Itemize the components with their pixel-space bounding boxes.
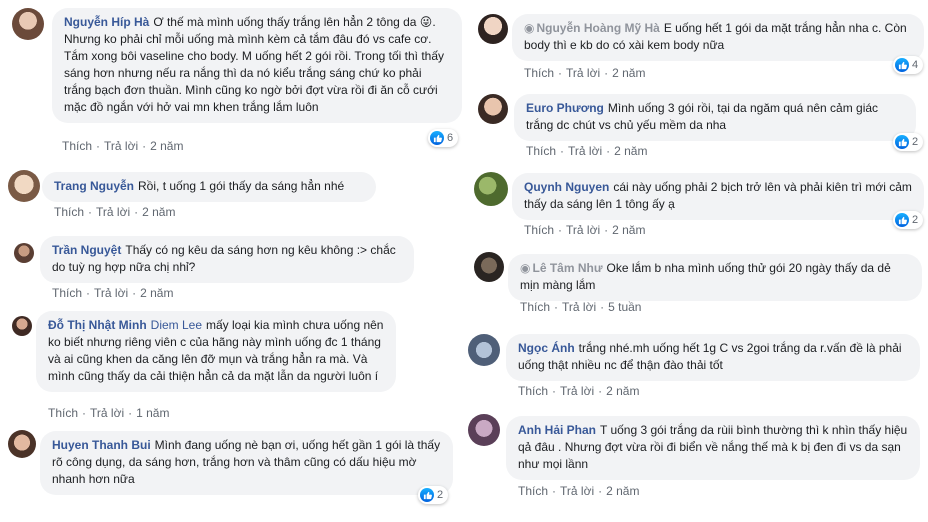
like-icon <box>895 213 909 227</box>
comment-bubble: Quynh Nguyen cái này uống phải 2 bịch trở… <box>512 173 924 220</box>
comment-actions: Thích · Trả lời · 2 năm <box>52 286 174 300</box>
comment-author[interactable]: Trang Nguyễn <box>54 179 134 193</box>
reaction-number: 6 <box>447 132 454 144</box>
comment-actions: Thích · Trả lời · 2 năm <box>518 384 640 398</box>
reply-link[interactable]: Trả lời <box>94 286 128 300</box>
reaction-number: 2 <box>437 489 444 501</box>
reply-link[interactable]: Trả lời <box>560 484 594 498</box>
comment-actions: Thích · Trả lời · 2 năm <box>518 484 640 498</box>
like-link[interactable]: Thích <box>52 286 82 300</box>
reply-link[interactable]: Trả lời <box>562 300 596 314</box>
mention-tag[interactable]: Diem Lee <box>151 318 202 332</box>
reply-link[interactable]: Trả lời <box>568 144 602 158</box>
comment-time[interactable]: 2 năm <box>150 139 183 153</box>
comment-actions: Thích · Trả lời · 2 năm <box>526 144 648 158</box>
avatar[interactable] <box>478 14 508 44</box>
comment-bubble: Nguyễn Híp Hà Ơ thế mà mình uống thấy trắ… <box>52 8 462 123</box>
comment-time[interactable]: 2 năm <box>606 484 639 498</box>
reaction-number: 2 <box>912 214 919 226</box>
reply-link[interactable]: Trả lời <box>104 139 138 153</box>
verified-icon: ◉ <box>520 261 531 275</box>
comment-author[interactable]: Trần Nguyệt <box>52 243 121 257</box>
like-link[interactable]: Thích <box>62 139 92 153</box>
reaction-count[interactable]: 6 <box>428 129 459 147</box>
comment-bubble: Ngọc Ánh trắng nhé.mh uống hết 1g C vs 2g… <box>506 334 920 381</box>
avatar[interactable] <box>468 414 500 446</box>
like-link[interactable]: Thích <box>518 384 548 398</box>
comment-actions: Thích · Trả lời · 2 năm <box>54 205 176 219</box>
comment-time[interactable]: 2 năm <box>612 223 645 237</box>
reply-link[interactable]: Trả lời <box>566 223 600 237</box>
comment-time[interactable]: 5 tuần <box>608 300 641 314</box>
like-link[interactable]: Thích <box>520 300 550 314</box>
reaction-count[interactable]: 4 <box>893 56 924 74</box>
comment-actions: Thích · Trả lời · 2 năm <box>524 223 646 237</box>
comment-author[interactable]: Quynh Nguyen <box>524 180 609 194</box>
comment-actions: Thích · Trả lời · 5 tuần <box>520 300 642 314</box>
comment-author[interactable]: Anh Hải Phan <box>518 423 596 437</box>
reaction-count[interactable]: 2 <box>893 211 924 229</box>
comment-author[interactable]: Euro Phương <box>526 101 604 115</box>
avatar[interactable] <box>12 316 32 336</box>
comment-text: Ơ thế mà mình uống thấy trắng lên hẳn 2 … <box>64 15 444 114</box>
comment-text: trắng nhé.mh uống hết 1g C vs 2goi trắng… <box>518 341 902 372</box>
comment-author[interactable]: Đỗ Thị Nhật Minh <box>48 318 147 332</box>
avatar[interactable] <box>8 170 40 202</box>
avatar[interactable] <box>12 8 44 40</box>
like-link[interactable]: Thích <box>526 144 556 158</box>
comment-bubble: Trang Nguyễn Rồi, t uống 1 gói thấy da sá… <box>42 172 376 202</box>
comment-text: Rồi, t uống 1 gói thấy da sáng hẳn nhé <box>138 179 345 193</box>
like-icon <box>420 488 434 502</box>
reaction-count[interactable]: 2 <box>893 133 924 151</box>
comment-actions: Thích · Trả lời · 2 năm <box>524 66 646 80</box>
comment-time[interactable]: 2 năm <box>606 384 639 398</box>
avatar[interactable] <box>14 243 34 263</box>
like-link[interactable]: Thích <box>48 406 78 420</box>
comment-bubble: Anh Hải Phan T uống 3 gói trắng da rùii b… <box>506 416 920 480</box>
comment-bubble: ◉ Nguyễn Hoàng Mỹ Hà E uống hết 1 gói da m… <box>512 14 924 61</box>
comment-time[interactable]: 2 năm <box>614 144 647 158</box>
like-link[interactable]: Thích <box>518 484 548 498</box>
comment-bubble: Trần Nguyệt Thấy có ng kêu da sáng hơn ng… <box>40 236 414 283</box>
like-link[interactable]: Thích <box>524 223 554 237</box>
like-icon <box>430 131 444 145</box>
comment-bubble: Euro Phương Mình uống 3 gói rồi, tại da n… <box>514 94 916 141</box>
avatar[interactable] <box>8 430 36 458</box>
avatar[interactable] <box>468 334 500 366</box>
comment-bubble: Huyen Thanh Bui Mình đang uống nè bạn ơi,… <box>40 431 453 495</box>
comment-actions: Thích · Trả lời · 1 năm <box>48 406 170 420</box>
comment-author[interactable]: Nguyễn Hoàng Mỹ Hà <box>536 21 659 35</box>
comment-time[interactable]: 2 năm <box>142 205 175 219</box>
comment-time[interactable]: 2 năm <box>140 286 173 300</box>
reaction-number: 2 <box>912 136 919 148</box>
verified-icon: ◉ <box>524 21 535 35</box>
comment-author[interactable]: Lê Tâm Như <box>532 261 602 275</box>
like-icon <box>895 58 909 72</box>
avatar[interactable] <box>474 252 504 282</box>
like-link[interactable]: Thích <box>524 66 554 80</box>
comment-time[interactable]: 1 năm <box>136 406 169 420</box>
reaction-number: 4 <box>912 59 919 71</box>
comment-time[interactable]: 2 năm <box>612 66 645 80</box>
like-link[interactable]: Thích <box>54 205 84 219</box>
comment-author[interactable]: Nguyễn Híp Hà <box>64 15 149 29</box>
comment-actions: Thích · Trả lời · 2 năm <box>62 139 184 153</box>
reply-link[interactable]: Trả lời <box>560 384 594 398</box>
reaction-count[interactable]: 2 <box>418 486 449 504</box>
reply-link[interactable]: Trả lời <box>96 205 130 219</box>
avatar[interactable] <box>474 172 508 206</box>
comment-bubble: ◉ Lê Tâm Như Oke lắm b nha mình uống thử g… <box>508 254 922 301</box>
comment-author[interactable]: Huyen Thanh Bui <box>52 438 151 452</box>
like-icon <box>895 135 909 149</box>
avatar[interactable] <box>478 94 508 124</box>
reply-link[interactable]: Trả lời <box>90 406 124 420</box>
comment-bubble: Đỗ Thị Nhật Minh Diem Lee mấy loại kia mìn… <box>36 311 396 392</box>
comment-author[interactable]: Ngọc Ánh <box>518 341 575 355</box>
reply-link[interactable]: Trả lời <box>566 66 600 80</box>
